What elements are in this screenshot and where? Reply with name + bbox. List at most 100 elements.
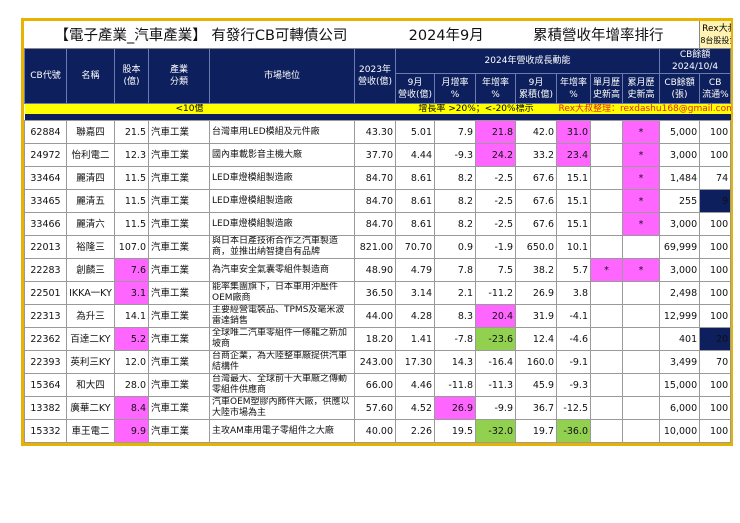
cell-month-high [590, 281, 623, 305]
cell-name: 麗清四 [66, 166, 115, 190]
cell-name: 為升三 [66, 304, 115, 328]
cell-capital: 28.0 [114, 373, 149, 397]
cell-month-high [590, 373, 623, 397]
cell-mom: 8.2 [434, 166, 476, 190]
cell-yoy: 7.5 [475, 258, 516, 282]
col-header-rev2023: 2023年 營收(億) [354, 48, 396, 104]
cell-mom: -7.8 [434, 327, 476, 351]
cell-cum-yoy: -12.5 [556, 396, 591, 420]
legend-row: <10億 增長率 >20%；<-20%標示 Rex大叔整理：rexdashu16… [24, 103, 731, 114]
cell-mom: 2.1 [434, 281, 476, 305]
cell-cum-high [622, 350, 660, 374]
cell-industry: 汽車工業 [148, 396, 210, 420]
cell-sep-rev: 17.30 [395, 350, 435, 374]
cell-rev2023: 243.00 [354, 350, 396, 374]
col-header-position: 市場地位 [209, 48, 355, 104]
cell-cum-yoy: 15.1 [556, 166, 591, 190]
cell-yoy: -2.5 [475, 212, 516, 236]
cell-rev2023: 40.00 [354, 419, 396, 443]
table-row: 22362 百達二KY 5.2 汽車工業 全球唯二汽車零組件一條龍之新加坡商 18.20 1… [24, 327, 732, 351]
cell-code: 13382 [24, 396, 67, 420]
col-header-capital: 股本 (億) [114, 48, 149, 104]
cell-sep-cum: 26.9 [515, 281, 557, 305]
cell-cum-high [622, 419, 660, 443]
cell-rev2023: 84.70 [354, 166, 396, 190]
cell-code: 22013 [24, 235, 67, 259]
col-header-code: CB代號 [24, 48, 67, 104]
table-row: 33466 麗清六 11.5 汽車工業 LED車燈模組製造廠 84.70 8.61 8.2 -2… [24, 212, 732, 236]
cell-industry: 汽車工業 [148, 235, 210, 259]
cell-cum-high [622, 373, 660, 397]
cell-sep-rev: 1.41 [395, 327, 435, 351]
cell-cum-yoy: -4.1 [556, 304, 591, 328]
col-header-mom: 月增率 % [434, 73, 476, 104]
cell-rev2023: 36.50 [354, 281, 396, 305]
cell-yoy: 24.2 [475, 143, 516, 167]
page-title: 【電子產業_汽車產業】 有發行CB可轉債公司 2024年9月 累積營收年增率排行 [24, 21, 700, 49]
cell-cb-float: 100 [699, 143, 732, 167]
cell-sep-cum: 650.0 [515, 235, 557, 259]
cell-sep-cum: 67.6 [515, 166, 557, 190]
cell-position: 台灣車用LED模組及元件廠 [209, 120, 355, 144]
cell-industry: 汽車工業 [148, 120, 210, 144]
col-header-cb-float: CB 流通% [699, 73, 732, 104]
cell-position: 國內車載影音主機大廠 [209, 143, 355, 167]
cell-mom: 8.2 [434, 189, 476, 213]
cell-capital: 107.0 [114, 235, 149, 259]
cell-yoy: 20.4 [475, 304, 516, 328]
cell-yoy: -16.4 [475, 350, 516, 374]
cell-cb-float: 74 [699, 166, 732, 190]
cell-position: 能率集團旗下，日本車用沖壓件OEM廠商 [209, 281, 355, 305]
title-row: 【電子產業_汽車產業】 有發行CB可轉債公司 2024年9月 累積營收年增率排行… [24, 21, 731, 49]
cell-sep-rev: 8.61 [395, 189, 435, 213]
cell-sep-rev: 3.14 [395, 281, 435, 305]
cell-position: LED車燈模組製造廠 [209, 189, 355, 213]
cell-cb-balance: 255 [658, 189, 701, 213]
col-header-cb-balance: CB餘額 (張) [658, 73, 701, 104]
cell-sep-rev: 8.61 [395, 166, 435, 190]
cell-cb-float: 100 [699, 235, 732, 259]
cell-month-high [590, 350, 623, 374]
cell-cb-balance: 3,000 [658, 212, 701, 236]
cell-sep-rev: 2.26 [395, 419, 435, 443]
cell-capital: 14.1 [114, 304, 149, 328]
cell-cb-float: 100 [699, 281, 732, 305]
cell-name: 廣華二KY [66, 396, 115, 420]
cell-sep-cum: 36.7 [515, 396, 557, 420]
cell-cb-balance: 6,000 [658, 396, 701, 420]
title-subject: 累積營收年增率排行 [533, 28, 664, 44]
cell-cum-yoy: 31.0 [556, 120, 591, 144]
table-row: 33465 麗清五 11.5 汽車工業 LED車燈模組製造廠 84.70 8.61 8.2 -2… [24, 189, 732, 213]
cell-cum-yoy: 23.4 [556, 143, 591, 167]
table-body: 62884 聯嘉四 21.5 汽車工業 台灣車用LED模組及元件廠 43.30 5.01 7.… [24, 120, 732, 443]
cell-sep-rev: 4.28 [395, 304, 435, 328]
cell-rev2023: 37.70 [354, 143, 396, 167]
cell-industry: 汽車工業 [148, 258, 210, 282]
cell-cum-high [622, 396, 660, 420]
author-line1: Rex大叔的 [702, 23, 731, 34]
cell-month-high [590, 396, 623, 420]
title-main: 【電子產業_汽車產業】 有發行CB可轉債公司 [54, 28, 348, 44]
cell-cb-float: 20 [699, 327, 732, 351]
cell-code: 22501 [24, 281, 67, 305]
cell-cb-float: 100 [699, 212, 732, 236]
cell-cum-high [622, 281, 660, 305]
col-header-sep-rev: 9月 營收(億) [395, 73, 435, 104]
cell-yoy: -2.5 [475, 166, 516, 190]
cell-sep-cum: 160.0 [515, 350, 557, 374]
cell-code: 33466 [24, 212, 67, 236]
cell-yoy: -11.3 [475, 373, 516, 397]
cell-name: 英利三KY [66, 350, 115, 374]
cell-cum-high [622, 304, 660, 328]
cell-position: 主要經營電裝品、TPMS及毫米波雷達銷售 [209, 304, 355, 328]
title-period: 2024年9月 [408, 28, 484, 44]
cell-month-high [590, 143, 623, 167]
cell-name: 麗清六 [66, 212, 115, 236]
cell-code: 22313 [24, 304, 67, 328]
cell-name: 創麟三 [66, 258, 115, 282]
cell-industry: 汽車工業 [148, 189, 210, 213]
cell-cum-high [622, 235, 660, 259]
cell-mom: 14.3 [434, 350, 476, 374]
cell-industry: 汽車工業 [148, 304, 210, 328]
cb-revenue-table-frame: 【電子產業_汽車產業】 有發行CB可轉債公司 2024年9月 累積營收年增率排行… [21, 18, 733, 446]
